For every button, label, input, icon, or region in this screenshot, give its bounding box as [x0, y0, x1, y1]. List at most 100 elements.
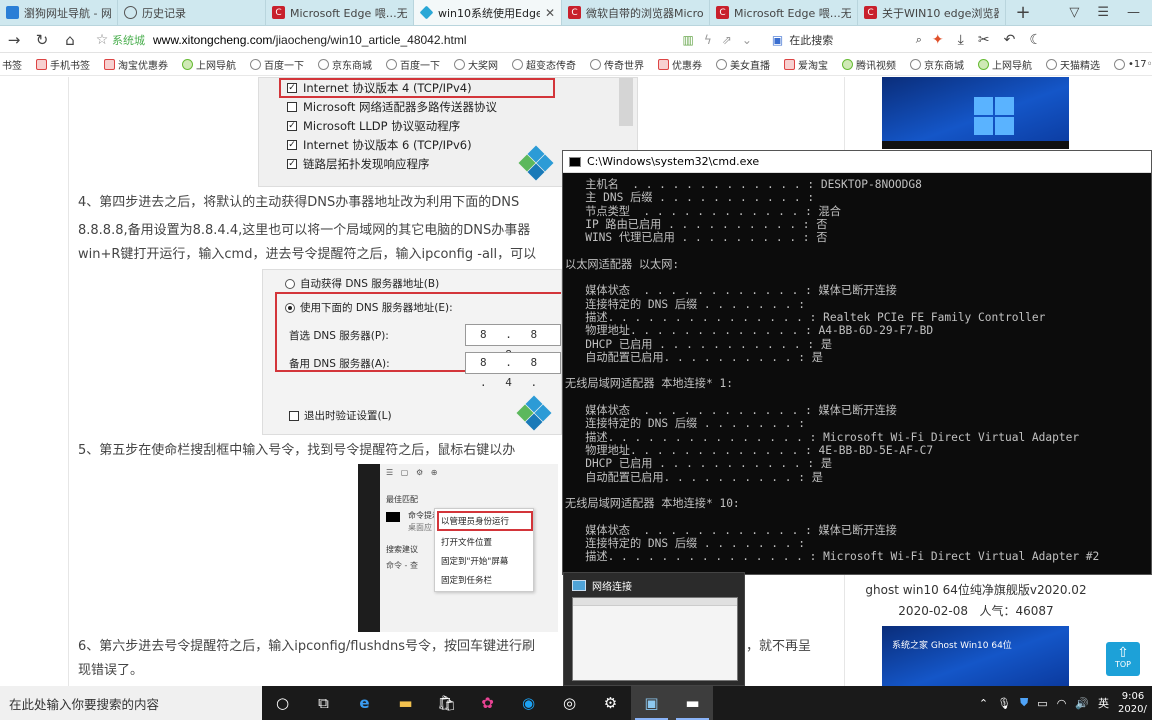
cmd-line: 物理地址. . . . . . . . . . . . . : 4E-BB-BD…: [565, 443, 934, 457]
tab-0[interactable]: 瀏狗网址导航 - 网址大: [0, 0, 118, 25]
sidebar-thumbnail[interactable]: 系统之家 Ghost Win10 64位: [882, 626, 1069, 686]
clock[interactable]: 9:06 2020/1: [1118, 690, 1148, 716]
cmd-output[interactable]: 主机名 . . . . . . . . . . . . . : DESKTOP-…: [563, 173, 1151, 564]
bookmark-item[interactable]: 传奇世界: [590, 57, 644, 72]
close-tab-icon[interactable]: ✕: [545, 6, 555, 20]
download-icon[interactable]: ⤓: [958, 32, 964, 48]
bookmarks-bar: 书签 手机书签 淘宝优惠券 上网导航 百度一下 京东商城 百度一下 大奖网 超变…: [0, 54, 1152, 76]
arrow-up-icon: ⇧: [1117, 645, 1129, 661]
back-icon[interactable]: →: [0, 31, 28, 49]
game-icon[interactable]: ✦: [932, 32, 944, 48]
console-icon: [569, 156, 581, 167]
bookmark-item[interactable]: 手机书签: [36, 57, 90, 72]
battery-icon[interactable]: ▭: [1037, 697, 1047, 710]
back-to-top-button[interactable]: ⇧ TOP: [1106, 642, 1140, 676]
bookmark-item[interactable]: 超变态传奇: [512, 57, 576, 72]
reader-icon[interactable]: ▥: [683, 33, 694, 47]
ime-indicator[interactable]: 英: [1098, 695, 1109, 711]
network-icon: [572, 580, 586, 591]
new-tab-button[interactable]: +: [1006, 0, 1040, 25]
bookmark-item[interactable]: 京东商城: [318, 57, 372, 72]
tab-1[interactable]: 历史记录: [118, 0, 266, 25]
globe-icon: [318, 59, 329, 70]
sidebar-thumbnail[interactable]: [882, 77, 1069, 149]
bookmark-item[interactable]: 京东商城: [910, 57, 964, 72]
tray-chevron-icon[interactable]: ⌃: [979, 697, 988, 710]
globe-icon: [512, 59, 523, 70]
shirt-icon[interactable]: ▽: [1069, 5, 1079, 20]
scissors-icon[interactable]: ✂: [978, 32, 990, 48]
checkbox: ✓: [287, 121, 297, 131]
star-icon[interactable]: ☆: [92, 32, 112, 48]
bookmark-item[interactable]: 大奖网: [454, 57, 498, 72]
step5-text: 5、第五步在使命栏搜刮框中输入号令，找到号令提醒符之后，鼠标右键以办: [78, 443, 516, 458]
bookmark-item[interactable]: 百度一下: [386, 57, 440, 72]
taskbar-search-input[interactable]: 在此处输入你要搜索的内容: [0, 686, 262, 720]
cmd-line: 节点类型 . . . . . . . . . . . . : 混合: [565, 204, 841, 218]
step6-text: 现错误了。: [78, 663, 144, 678]
start-sidebar: [358, 464, 380, 632]
bookmark-item[interactable]: 优惠券: [658, 57, 702, 72]
cmd-line: 媒体状态 . . . . . . . . . . . . : 媒体已断开连接: [565, 404, 897, 418]
divider: [68, 77, 69, 686]
bookmark-item[interactable]: 上网导航: [978, 57, 1032, 72]
microphone-icon[interactable]: 🎙: [997, 697, 1011, 710]
step6-text: 6、第六步进去号令提醒符之后，输入ipconfig/flushdns号令，按回车…: [78, 639, 535, 654]
bookmark-item[interactable]: 书签: [2, 57, 22, 72]
store-icon[interactable]: 🛍: [426, 686, 467, 720]
search-engine-icon: ▣: [771, 32, 784, 47]
file-explorer-icon[interactable]: ▬: [385, 686, 426, 720]
bookmark-item[interactable]: 美女直播: [716, 57, 770, 72]
wifi-icon[interactable]: ◠: [1057, 697, 1067, 710]
task-view-icon[interactable]: ⧉: [303, 686, 344, 720]
chevron-down-icon[interactable]: ⌄: [742, 33, 752, 47]
shield-icon[interactable]: ⛊: [1020, 696, 1028, 710]
cmd-taskbar-icon[interactable]: ▬: [672, 686, 713, 720]
obs-icon[interactable]: ◎: [549, 686, 590, 720]
undo-icon[interactable]: ↶: [1004, 32, 1016, 48]
bookmark-item[interactable]: 淘宝优惠券: [104, 57, 168, 72]
lightning-icon[interactable]: ϟ: [704, 33, 712, 47]
bookmark-item[interactable]: 天猫精选: [1046, 57, 1100, 72]
minimize-icon[interactable]: —: [1127, 5, 1140, 20]
tab-6[interactable]: C 关于WIN10 edge浏览器: [858, 0, 1006, 25]
weather-icon: [1114, 59, 1125, 70]
refresh-icon[interactable]: ↻: [28, 31, 56, 49]
network-connections-icon[interactable]: ▣: [631, 686, 672, 720]
tab-2[interactable]: C Microsoft Edge 喂…无: [266, 0, 414, 25]
bookmark-item[interactable]: •17◦: [1114, 59, 1152, 70]
night-mode-icon[interactable]: ☾: [1029, 32, 1042, 48]
tab-4[interactable]: C 微软自带的浏览器Micro: [562, 0, 710, 25]
globe-icon: [386, 59, 397, 70]
taskbar-preview[interactable]: 网络连接: [563, 572, 745, 686]
cmd-line: 描述. . . . . . . . . . . . . . . : Realte…: [565, 310, 1046, 324]
search-icon[interactable]: ⌕: [916, 33, 922, 47]
bookmark-item[interactable]: 百度一下: [250, 57, 304, 72]
cmd-line: 连接特定的 DNS 后缀 . . . . . . . :: [565, 417, 805, 431]
cmd-window[interactable]: C:\Windows\system32\cmd.exe 主机名 . . . . …: [562, 150, 1152, 575]
search-input[interactable]: ▣ 在此搜索 ⌕: [772, 32, 922, 48]
color-app-icon[interactable]: ✿: [467, 686, 508, 720]
tab-3[interactable]: win10系统使用Edge出✕: [414, 0, 562, 25]
settings-icon[interactable]: ⚙: [590, 686, 631, 720]
video-icon: [842, 59, 853, 70]
edge-icon[interactable]: e: [344, 686, 385, 720]
watermark-logo: [516, 395, 552, 431]
sidebar-caption[interactable]: ghost win10 64位纯净旗舰版v2020.02: [846, 581, 1106, 598]
menu-run-as-admin: 以管理员身份运行: [441, 517, 510, 527]
bookmark-item[interactable]: 腾讯视频: [842, 57, 896, 72]
cortana-icon[interactable]: ○: [262, 686, 303, 720]
url-field[interactable]: www.xitongcheng.com/jiaocheng/win10_arti…: [153, 33, 467, 47]
globe-icon: [454, 59, 465, 70]
browser-icon[interactable]: ◉: [508, 686, 549, 720]
share-icon[interactable]: ⇗: [722, 33, 732, 47]
menu-icon[interactable]: ☰: [1097, 5, 1109, 20]
home-icon[interactable]: ⌂: [56, 31, 84, 49]
cmd-titlebar[interactable]: C:\Windows\system32\cmd.exe: [563, 151, 1151, 173]
volume-icon[interactable]: 🔊: [1075, 697, 1089, 710]
tab-5[interactable]: C Microsoft Edge 喂…无: [710, 0, 858, 25]
bookmark-item[interactable]: 上网导航: [182, 57, 236, 72]
bookmark-item[interactable]: 爱淘宝: [784, 57, 828, 72]
preferred-dns-field: 8 . 8 . 8 .: [465, 324, 561, 361]
cmd-line: 媒体状态 . . . . . . . . . . . . : 媒体已断开连接: [565, 523, 897, 537]
